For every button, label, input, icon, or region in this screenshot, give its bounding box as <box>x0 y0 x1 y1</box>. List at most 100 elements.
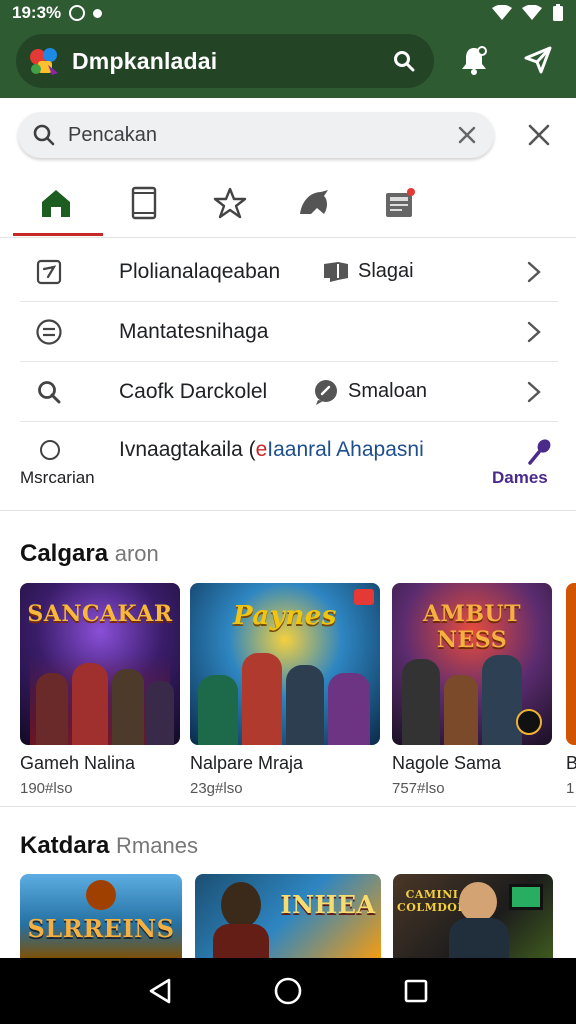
game-card-art-title: INHEA <box>280 890 376 919</box>
tab-star[interactable] <box>190 170 270 236</box>
chevron-right-icon <box>527 261 541 283</box>
news-icon <box>386 188 415 217</box>
send-button[interactable] <box>520 42 556 78</box>
game-card-meta: 190#lso <box>20 780 73 797</box>
game-card-name: Gameh Nalina <box>20 753 136 773</box>
radio-icon <box>40 440 60 460</box>
game-card[interactable]: Paynes Nalpare Mraja 23g#lso <box>190 583 380 797</box>
list-item-sub: Smaloan <box>312 378 427 406</box>
tab-phone[interactable] <box>104 170 184 236</box>
game-card-image: SANCAKAR <box>20 583 180 745</box>
chevron-right-icon <box>527 381 541 403</box>
game-card-art-title: SANCAKAR <box>27 601 173 627</box>
chevron-right-icon <box>527 321 541 343</box>
game-card-meta: 23g#lso <box>190 780 243 797</box>
game-card-image: INHEA <box>195 874 381 958</box>
game-card-image <box>566 583 576 745</box>
game-card-image: SLRREINS <box>20 874 182 958</box>
game-card-meta: 1 <box>566 780 575 797</box>
list-item[interactable]: Caofk Darckolel Smaloan <box>20 362 558 422</box>
list-item-label: Plolianalaqeaban <box>119 259 281 283</box>
list-item-sub-label: Smaloan <box>348 380 427 402</box>
home-icon <box>42 190 70 217</box>
app-title: Dmpkanladai <box>72 47 218 74</box>
app-bar-pill: Dmpkanladai <box>16 34 434 88</box>
edit-box-icon <box>36 259 62 284</box>
recents-icon <box>404 979 428 1003</box>
list-item-sub-label: Slagai <box>358 260 414 282</box>
game-card[interactable]: SANCAKAR Gameh Nalina 190#lso <box>20 583 180 797</box>
game-card-art-title: SLRREINS <box>27 914 175 943</box>
recents-button[interactable] <box>396 971 436 1011</box>
close-icon <box>528 124 550 146</box>
list-item-label: Caofk Darckolel <box>119 379 268 403</box>
notifications-button[interactable] <box>456 42 492 78</box>
menu-circle-icon <box>36 318 62 345</box>
chat-icon <box>324 261 348 282</box>
game-card[interactable]: B 1 <box>566 583 576 797</box>
tab-bird[interactable] <box>274 170 354 236</box>
bell-icon <box>462 46 487 75</box>
search-icon <box>394 51 415 72</box>
star-icon <box>213 187 247 219</box>
category-tabs <box>0 170 576 238</box>
back-icon <box>149 978 171 1004</box>
game-card-image: Paynes <box>190 583 380 745</box>
divider <box>0 806 576 807</box>
status-bar: 19:3% <box>0 0 576 26</box>
list-item[interactable]: Mantatesnihaga <box>20 302 558 362</box>
game-card-image: AMBUT NESS <box>392 583 552 745</box>
divider <box>0 510 576 511</box>
game-card[interactable]: AMBUT NESS Nagole Sama 757#lso <box>392 583 552 797</box>
status-time: 19:3% <box>12 3 62 22</box>
app-bar: Dmpkanladai <box>0 26 576 98</box>
home-button[interactable] <box>268 971 308 1011</box>
close-button[interactable] <box>524 120 554 150</box>
system-nav-bar <box>0 958 576 1024</box>
search-icon <box>33 124 55 146</box>
chat-bubble-icon <box>315 379 337 405</box>
search-input[interactable] <box>68 123 428 147</box>
list-item-games[interactable]: Ivnaagtakaila (eIaanral Ahapasni Msrcari… <box>20 424 558 504</box>
battery-icon <box>553 4 563 21</box>
game-card-image: CAMINI COLMDOD <box>393 874 553 958</box>
sync-icon <box>69 5 86 21</box>
list-item-label: Ivnaagtakaila (eIaanral Ahapasni <box>119 438 424 461</box>
game-card[interactable]: INHEA <box>195 874 381 958</box>
game-card[interactable]: SLRREINS <box>20 874 182 958</box>
back-button[interactable] <box>140 971 180 1011</box>
phone-icon <box>131 186 157 220</box>
search-icon <box>38 380 61 403</box>
clear-icon <box>458 126 476 144</box>
section-title: Katdara Rmanes <box>20 832 198 859</box>
app-logo-icon[interactable] <box>26 43 62 79</box>
send-icon <box>524 46 552 74</box>
game-card-name: Nagole Sama <box>392 753 502 773</box>
tab-indicator <box>13 233 103 236</box>
mic-icon[interactable] <box>524 436 554 466</box>
tab-news[interactable] <box>360 170 440 236</box>
badge-icon <box>516 709 542 735</box>
game-card-meta: 757#lso <box>392 780 445 797</box>
badge-icon <box>354 589 374 605</box>
clear-search-button[interactable] <box>454 122 480 148</box>
notification-dot-icon <box>93 8 103 18</box>
list-item-sub: Slagai <box>322 260 414 284</box>
wifi-icon <box>492 5 512 20</box>
game-card-art-title: Paynes <box>233 601 337 631</box>
game-card-art-title: CAMINI COLMDOD <box>397 888 468 914</box>
list-item[interactable]: Plolianalaqeaban Slagai <box>20 242 558 302</box>
section-title: Calgara aron <box>20 540 159 567</box>
bird-icon <box>300 190 328 214</box>
game-card-art-title: AMBUT NESS <box>422 601 522 653</box>
list-item-label: Mantatesnihaga <box>119 319 269 343</box>
tab-home[interactable] <box>16 170 96 236</box>
list-item-sublabel: Msrcarian <box>20 468 95 487</box>
search-button[interactable] <box>390 47 418 75</box>
game-card-name: Nalpare Mraja <box>190 753 304 773</box>
game-card[interactable]: CAMINI COLMDOD <box>393 874 553 958</box>
search-bar <box>18 112 494 158</box>
games-link[interactable]: Dames <box>492 468 548 488</box>
home-circle-icon <box>274 977 302 1005</box>
game-card-name: B <box>566 753 576 773</box>
